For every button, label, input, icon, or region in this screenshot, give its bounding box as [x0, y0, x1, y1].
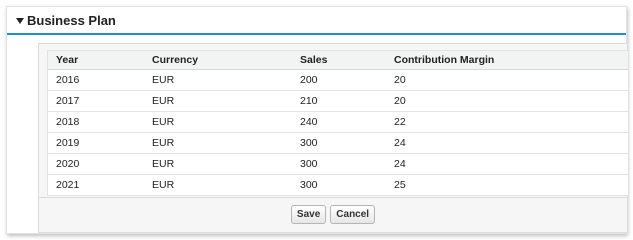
cell-sales: 240: [292, 111, 386, 133]
cell-contribution-margin: 24: [386, 153, 628, 175]
column-header-currency: Currency: [144, 51, 292, 70]
table-header-row: Year Currency Sales Contribution Margin: [48, 51, 628, 70]
cancel-button[interactable]: Cancel: [330, 205, 376, 224]
table-row: 2021 EUR 300 25: [48, 175, 628, 196]
cell-contribution-margin: 22: [386, 111, 628, 133]
button-bar: Save Cancel: [39, 197, 627, 232]
cell-currency: EUR: [144, 153, 292, 175]
cell-year: 2020: [48, 153, 144, 175]
cell-contribution-margin: 25: [394, 179, 406, 191]
table-row: 2017 EUR 210 20: [48, 90, 628, 112]
section-content: Year Currency Sales Contribution Margin …: [38, 43, 629, 233]
cell-year: 2016: [48, 69, 144, 91]
save-button[interactable]: Save: [290, 205, 327, 224]
cell-currency: EUR: [152, 179, 175, 191]
cell-currency: EUR: [144, 90, 292, 112]
table-row: 2018 EUR 240 22: [48, 111, 628, 133]
cell-year: 2019: [48, 132, 144, 154]
cell-currency: EUR: [144, 69, 292, 91]
cell-sales: 200: [292, 69, 386, 91]
table-row: 2016 EUR 200 20: [48, 69, 628, 91]
cell-contribution-margin: 20: [386, 90, 628, 112]
cell-year: 2017: [48, 90, 144, 112]
triangle-down-icon[interactable]: [16, 18, 24, 24]
table-row: 2019 EUR 300 24: [48, 132, 628, 154]
business-plan-panel: Business Plan Year Currency Sales Contri…: [6, 6, 629, 234]
section-title: Business Plan: [27, 13, 116, 28]
table-row: 2020 EUR 300 24: [48, 153, 628, 175]
column-header-sales: Sales: [292, 51, 386, 70]
cell-sales: 300: [292, 132, 386, 154]
section-header[interactable]: Business Plan: [7, 7, 626, 35]
business-plan-table: Year Currency Sales Contribution Margin …: [47, 50, 629, 196]
cell-currency: EUR: [144, 132, 292, 154]
cell-contribution-margin: 24: [386, 132, 628, 154]
cell-year: 2018: [48, 111, 144, 133]
cell-year: 2021: [56, 179, 80, 191]
cell-sales: 210: [292, 90, 386, 112]
cell-contribution-margin: 20: [386, 69, 628, 91]
column-header-year: Year: [48, 51, 144, 70]
cell-sales: 300: [292, 153, 386, 175]
column-header-contribution-margin: Contribution Margin: [386, 51, 628, 70]
cell-currency: EUR: [144, 111, 292, 133]
cell-sales: 300: [300, 179, 318, 191]
